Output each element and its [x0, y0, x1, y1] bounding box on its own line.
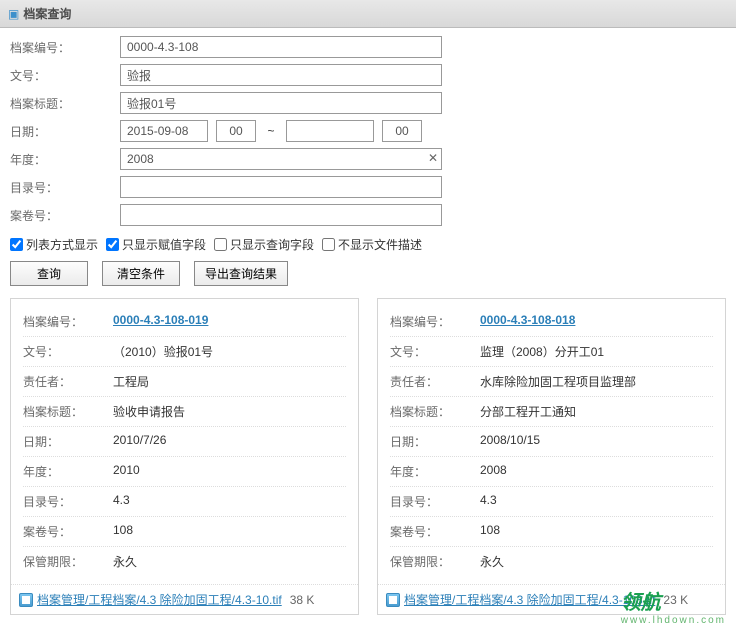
- label-year: 年度：: [10, 151, 120, 168]
- card-volume: 108: [113, 523, 346, 540]
- card-label-doc-no: 文号：: [23, 343, 113, 360]
- results-area: 档案编号：0000-4.3-108-019 文号：（2010）验报01号 责任者…: [0, 298, 736, 621]
- time-from-input[interactable]: [216, 120, 256, 142]
- catalog-input[interactable]: [120, 176, 442, 198]
- checkbox-hide-desc[interactable]: 不显示文件描述: [322, 236, 422, 253]
- card-resp: 水库除险加固工程项目监理部: [480, 373, 713, 390]
- card-year: 2008: [480, 463, 713, 480]
- attachment-link[interactable]: 档案管理/工程档案/4.3 除险加固工程/4.3-10.tif: [37, 591, 282, 608]
- archive-no-input[interactable]: [120, 36, 442, 58]
- attachment-link[interactable]: 档案管理/工程档案/4.3 除险加固工程/4.3-108.tif: [404, 591, 655, 608]
- card-resp: 工程局: [113, 373, 346, 390]
- card-date: 2008/10/15: [480, 433, 713, 450]
- card-label-title: 档案标题：: [23, 403, 113, 420]
- date-tilde: ~: [256, 124, 286, 138]
- result-card: 档案编号：0000-4.3-108-019 文号：（2010）验报01号 责任者…: [10, 298, 359, 615]
- card-year: 2010: [113, 463, 346, 480]
- card-label-volume: 案卷号：: [390, 523, 480, 540]
- card-label-retention: 保管期限：: [390, 553, 480, 570]
- checkbox-query-fields[interactable]: 只显示查询字段: [214, 236, 314, 253]
- time-to-input[interactable]: [382, 120, 422, 142]
- card-archive-no-link[interactable]: 0000-4.3-108-018: [480, 313, 713, 330]
- card-label-archive-no: 档案编号：: [23, 313, 113, 330]
- label-date: 日期：: [10, 123, 120, 140]
- page-header: ▣ 档案查询: [0, 0, 736, 28]
- attachment-row: 档案管理/工程档案/4.3 除险加固工程/4.3-108.tif 23 K: [378, 584, 725, 614]
- card-archive-no-link[interactable]: 0000-4.3-108-019: [113, 313, 346, 330]
- checkbox-row: 列表方式显示 只显示赋值字段 只显示查询字段 不显示文件描述: [0, 232, 736, 261]
- card-volume: 108: [480, 523, 713, 540]
- query-button[interactable]: 查询: [10, 261, 88, 286]
- card-catalog: 4.3: [480, 493, 713, 510]
- card-label-catalog: 目录号：: [390, 493, 480, 510]
- search-form: 档案编号： 文号： 档案标题： 日期： ~ 年度： ✕ 目录号： 案卷号：: [0, 28, 736, 226]
- label-title: 档案标题：: [10, 95, 120, 112]
- label-volume: 案卷号：: [10, 207, 120, 224]
- card-label-resp: 责任者：: [390, 373, 480, 390]
- card-title: 验收申请报告: [113, 403, 346, 420]
- card-label-doc-no: 文号：: [390, 343, 480, 360]
- card-label-date: 日期：: [23, 433, 113, 450]
- year-input[interactable]: [120, 148, 442, 170]
- card-catalog: 4.3: [113, 493, 346, 510]
- label-archive-no: 档案编号：: [10, 39, 120, 56]
- attachment-size: 23 K: [663, 593, 688, 607]
- page-title: 档案查询: [23, 5, 71, 22]
- file-icon: [19, 593, 33, 607]
- volume-input[interactable]: [120, 204, 442, 226]
- doc-no-input[interactable]: [120, 64, 442, 86]
- card-label-year: 年度：: [23, 463, 113, 480]
- card-label-year: 年度：: [390, 463, 480, 480]
- title-input[interactable]: [120, 92, 442, 114]
- date-to-input[interactable]: [286, 120, 374, 142]
- card-title: 分部工程开工通知: [480, 403, 713, 420]
- clear-button[interactable]: 清空条件: [102, 261, 180, 286]
- card-label-archive-no: 档案编号：: [390, 313, 480, 330]
- attachment-size: 38 K: [290, 593, 315, 607]
- card-doc-no: （2010）验报01号: [113, 343, 346, 360]
- card-retention: 永久: [480, 553, 713, 570]
- label-doc-no: 文号：: [10, 67, 120, 84]
- result-card: 档案编号：0000-4.3-108-018 文号：监理（2008）分开工01 责…: [377, 298, 726, 615]
- card-label-date: 日期：: [390, 433, 480, 450]
- card-date: 2010/7/26: [113, 433, 346, 450]
- attachment-row: 档案管理/工程档案/4.3 除险加固工程/4.3-10.tif 38 K: [11, 584, 358, 614]
- clear-year-icon[interactable]: ✕: [428, 151, 438, 165]
- date-from-input[interactable]: [120, 120, 208, 142]
- expand-icon[interactable]: ▣: [8, 7, 19, 21]
- card-label-catalog: 目录号：: [23, 493, 113, 510]
- card-retention: 永久: [113, 553, 346, 570]
- label-catalog: 目录号：: [10, 179, 120, 196]
- checkbox-value-fields[interactable]: 只显示赋值字段: [106, 236, 206, 253]
- checkbox-list-mode[interactable]: 列表方式显示: [10, 236, 98, 253]
- card-doc-no: 监理（2008）分开工01: [480, 343, 713, 360]
- file-icon: [386, 593, 400, 607]
- button-row: 查询 清空条件 导出查询结果: [0, 261, 736, 298]
- card-label-retention: 保管期限：: [23, 553, 113, 570]
- export-button[interactable]: 导出查询结果: [194, 261, 288, 286]
- card-label-title: 档案标题：: [390, 403, 480, 420]
- card-label-resp: 责任者：: [23, 373, 113, 390]
- card-label-volume: 案卷号：: [23, 523, 113, 540]
